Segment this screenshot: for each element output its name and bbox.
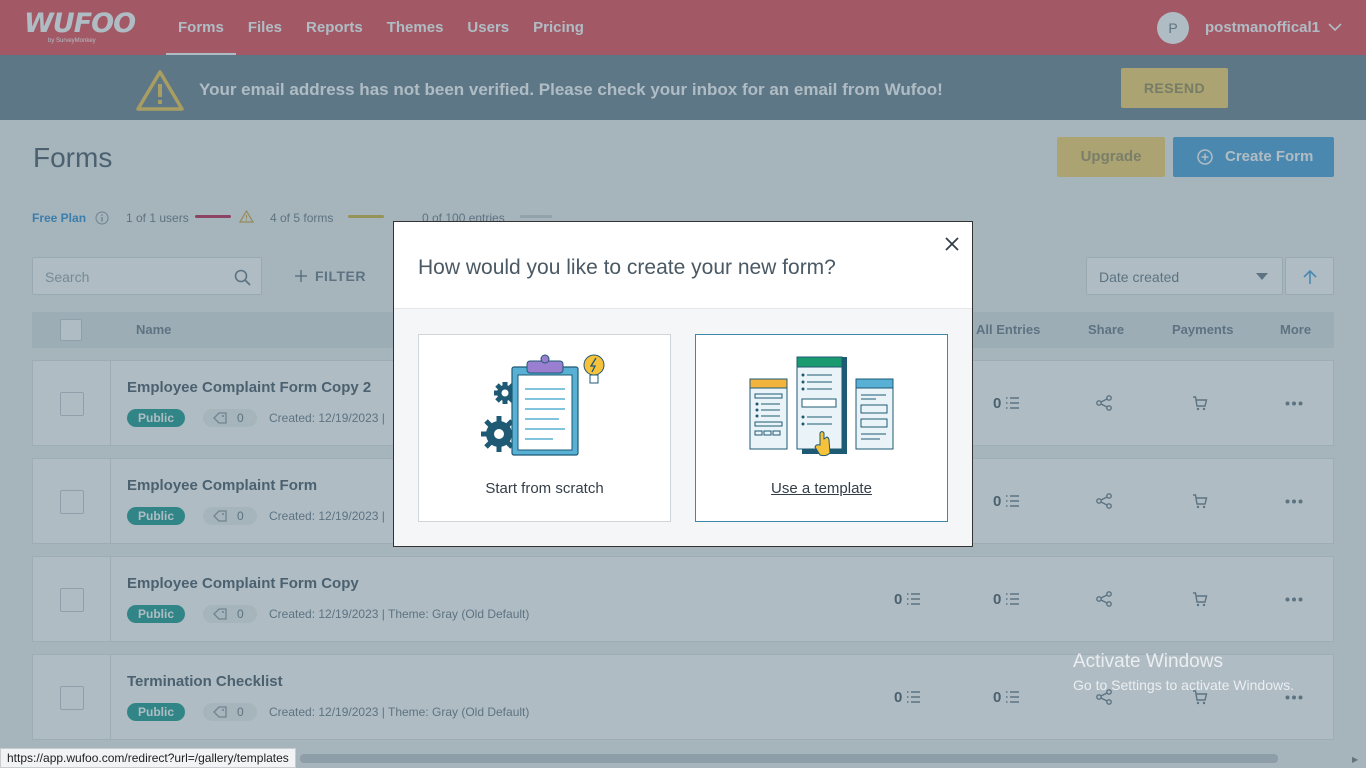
template-pages-illustration <box>749 356 894 457</box>
start-from-scratch-option[interactable]: Start from scratch <box>418 334 671 522</box>
dialog-title: How would you like to create your new fo… <box>418 256 836 279</box>
use-template-option[interactable]: Use a template <box>695 334 948 522</box>
start-from-scratch-label: Start from scratch <box>485 480 604 497</box>
clipboard-gears-illustration <box>481 354 605 456</box>
create-form-dialog: How would you like to create your new fo… <box>393 221 973 547</box>
activate-windows-title: Activate Windows <box>1073 651 1223 672</box>
dialog-header: How would you like to create your new fo… <box>394 222 972 309</box>
use-template-label: Use a template <box>771 480 872 497</box>
activate-windows-subtitle: Go to Settings to activate Windows. <box>1073 677 1294 693</box>
status-bar-url: https://app.wufoo.com/redirect?url=/gall… <box>0 748 296 768</box>
close-icon[interactable] <box>944 236 960 252</box>
